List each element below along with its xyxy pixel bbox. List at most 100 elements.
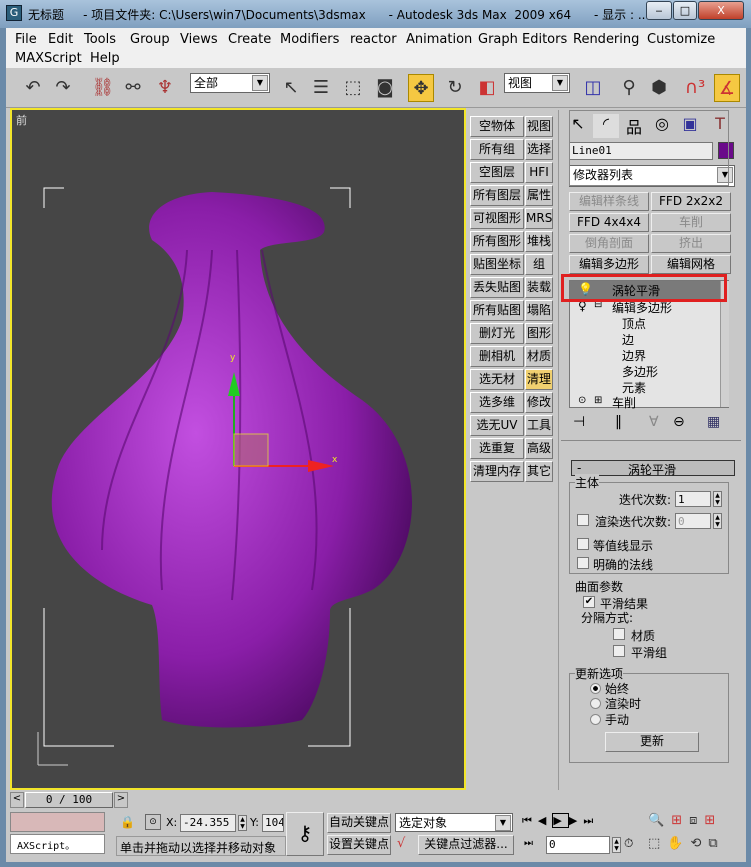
utility-button[interactable]: 选无材 — [470, 369, 524, 390]
when-rendering-radio[interactable] — [590, 698, 601, 709]
modifier-button[interactable]: 车削 — [651, 213, 731, 232]
utility-button[interactable]: 空物体 — [470, 116, 524, 137]
expand-plus-icon[interactable]: ⊞ — [594, 395, 602, 406]
render-iterations-spinner[interactable]: ▲ ▼ — [713, 513, 722, 529]
menu-file[interactable]: File — [15, 32, 37, 47]
configure-sets-icon[interactable]: ▦ — [707, 414, 720, 430]
key-mode-toggle-icon[interactable]: ⏭ — [524, 838, 533, 849]
angle-snap-icon[interactable]: ∡ — [714, 74, 740, 102]
go-to-start-icon[interactable]: ⏮ — [522, 814, 538, 827]
menu-group[interactable]: Group — [130, 32, 170, 47]
y-coordinate-field[interactable]: 104 — [262, 814, 284, 832]
utility-button[interactable]: 选无UV — [470, 415, 524, 436]
select-and-scale-icon[interactable]: ◧ — [474, 74, 500, 102]
link-icon[interactable]: ⛓ — [90, 74, 116, 102]
menu-views[interactable]: Views — [180, 32, 218, 47]
absolute-mode-icon[interactable]: ⊙ — [145, 814, 161, 830]
current-frame-field[interactable]: 0 — [546, 836, 610, 854]
minimize-button[interactable]: ‒ — [646, 1, 672, 20]
redo-icon[interactable]: ↷ — [50, 74, 76, 102]
play-icon[interactable]: ▶ — [552, 813, 569, 828]
keyboard-shortcut-icon[interactable]: ⬢ — [646, 74, 672, 102]
utility-button[interactable]: 空图层 — [470, 162, 524, 183]
key-mode-dropdown[interactable]: 选定对象 ▼ — [395, 813, 513, 832]
smoothing-groups-checkbox[interactable] — [613, 645, 625, 657]
key-mode-icon[interactable]: ⚷ — [286, 812, 324, 856]
utility-button[interactable]: 修改 — [525, 392, 553, 413]
x-spinner[interactable]: ▲ ▼ — [238, 815, 247, 831]
utility-button[interactable]: MRS — [525, 208, 553, 229]
rectangular-selection-icon[interactable]: ⬚ — [340, 74, 366, 102]
modifier-button[interactable]: 编辑多边形 — [569, 255, 649, 274]
utility-button[interactable]: 属性 — [525, 185, 553, 206]
utility-button[interactable]: HFI — [525, 162, 553, 183]
pivot-center-icon[interactable]: ◫ — [580, 74, 606, 102]
selection-filter-dropdown[interactable]: 全部 ▼ — [190, 73, 270, 93]
close-button[interactable]: X — [698, 1, 744, 20]
manipulate-icon[interactable]: ⚲ — [616, 74, 642, 102]
3dsmax-logo-icon[interactable]: G — [6, 5, 22, 21]
utility-button[interactable]: 所有图层 — [470, 185, 524, 206]
modifier-button[interactable]: 编辑样条线 — [569, 192, 649, 211]
explicit-normals-checkbox[interactable] — [577, 557, 589, 569]
render-iterations-field[interactable]: 0 — [675, 513, 711, 529]
modifier-button[interactable]: FFD 2x2x2 — [651, 192, 731, 211]
update-button[interactable]: 更新 — [605, 732, 699, 752]
isoline-display-checkbox[interactable] — [577, 538, 589, 550]
utility-button[interactable]: 选择 — [525, 139, 553, 160]
next-frame-arrow[interactable]: > — [114, 792, 128, 808]
menu-customize[interactable]: Customize — [647, 32, 715, 47]
iterations-field[interactable]: 1 — [675, 491, 711, 507]
maxscript-listener-top[interactable] — [10, 812, 105, 832]
utility-button[interactable]: 工具 — [525, 415, 553, 436]
iterations-spinner[interactable]: ▲ ▼ — [713, 491, 722, 507]
menu-animation[interactable]: Animation — [406, 32, 472, 47]
zoom-extents-icon[interactable]: ⧈ — [689, 813, 704, 828]
utility-button[interactable]: 塌陷 — [525, 300, 553, 321]
curve-editor-icon[interactable]: √ — [397, 836, 405, 851]
key-filters-button[interactable]: 关键点过滤器... — [418, 835, 514, 855]
show-end-result-icon[interactable]: ‖ — [615, 414, 622, 430]
select-by-name-icon[interactable]: ☰ — [308, 74, 334, 102]
previous-frame-icon[interactable]: ◀ — [538, 814, 552, 827]
utility-button[interactable]: 装载 — [525, 277, 553, 298]
auto-key-button[interactable]: 自动关键点 — [327, 813, 391, 833]
maxscript-listener-input[interactable]: AXScript。 — [10, 834, 105, 854]
stack-subitem-vertex[interactable]: 顶点 — [622, 315, 646, 332]
menu-edit[interactable]: Edit — [48, 32, 73, 47]
modifier-button[interactable]: 倒角剖面 — [569, 234, 649, 253]
utility-button[interactable]: 其它 — [525, 461, 553, 482]
lock-selection-icon[interactable]: 🔒 — [120, 815, 135, 829]
make-unique-icon[interactable]: ∀ — [649, 414, 659, 430]
utility-button[interactable]: 图形 — [525, 323, 553, 344]
front-viewport[interactable]: 前 y x — [10, 108, 466, 790]
lightbulb-icon[interactable]: ⊙ — [578, 395, 586, 406]
pan-icon[interactable]: ✋ — [667, 836, 690, 851]
utility-button[interactable]: 丢失贴图 — [470, 277, 524, 298]
utility-button[interactable]: 清理内存 — [470, 461, 524, 482]
go-to-end-icon[interactable]: ⏭ — [583, 814, 599, 827]
snaps-toggle-icon[interactable]: ∩³ — [682, 74, 708, 102]
smooth-result-checkbox[interactable]: ✔ — [583, 596, 595, 608]
stack-subitem-polygon[interactable]: 多边形 — [622, 363, 658, 380]
stack-subitem-border[interactable]: 边界 — [622, 347, 646, 364]
zoom-extents-all-icon[interactable]: ⊞ — [704, 813, 722, 828]
utility-button[interactable]: 选重复 — [470, 438, 524, 459]
menu-create[interactable]: Create — [228, 32, 271, 47]
select-and-move-icon[interactable]: ✥ — [408, 74, 434, 102]
menu-graph-editors[interactable]: Graph Editors — [478, 32, 567, 47]
select-and-rotate-icon[interactable]: ↻ — [442, 74, 468, 102]
frame-spinner[interactable]: ▲ ▼ — [612, 837, 621, 853]
set-key-button[interactable]: 设置关键点 — [327, 835, 391, 855]
window-crossing-icon[interactable]: ◙ — [372, 74, 398, 102]
utility-button[interactable]: 所有组 — [470, 139, 524, 160]
utility-button[interactable]: 材质 — [525, 346, 553, 367]
always-radio[interactable] — [590, 683, 601, 694]
utility-button[interactable]: 视图 — [525, 116, 553, 137]
utility-button[interactable]: 堆栈 — [525, 231, 553, 252]
utility-button[interactable]: 所有图形 — [470, 231, 524, 252]
bind-space-warp-icon[interactable]: ♆ — [152, 74, 178, 102]
menu-maxscript[interactable]: MAXScript — [15, 51, 82, 66]
stack-item-lathe[interactable]: 车削 — [612, 394, 636, 411]
render-iterations-checkbox[interactable] — [577, 514, 589, 526]
